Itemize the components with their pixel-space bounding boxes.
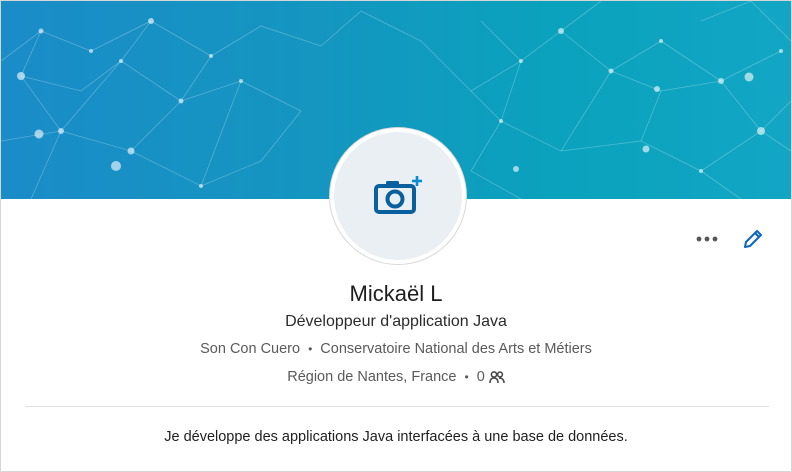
profile-headline: Développeur d'application Java: [285, 313, 507, 330]
separator-dot: •: [464, 370, 469, 384]
profile-summary: Je développe des applications Java inter…: [164, 429, 628, 445]
divider: [25, 406, 769, 407]
avatar: [334, 132, 462, 260]
profile-experience-line: Son Con Cuero • Conservatoire National d…: [1, 341, 791, 357]
more-options-button[interactable]: [693, 227, 721, 251]
profile-actions: [693, 227, 767, 251]
profile-photo-button[interactable]: [330, 128, 466, 264]
school-link[interactable]: Conservatoire National des Arts et Métie…: [320, 341, 592, 357]
profile-name: Mickaël L: [349, 281, 443, 306]
profile-card: Mickaël L Développeur d'application Java…: [0, 0, 792, 472]
profile-location-line: Région de Nantes, France • 0: [1, 369, 791, 385]
connections-count: 0: [476, 369, 485, 385]
camera-add-icon: [374, 176, 422, 214]
location-text: Région de Nantes, France: [287, 369, 457, 385]
connections-link[interactable]: 0: [477, 369, 505, 385]
more-dots-icon: [696, 236, 718, 242]
current-company-link[interactable]: Son Con Cuero: [200, 341, 300, 357]
pencil-icon: [744, 230, 762, 248]
people-icon: [488, 370, 505, 383]
edit-profile-button[interactable]: [739, 227, 767, 251]
separator-dot: •: [308, 342, 313, 356]
